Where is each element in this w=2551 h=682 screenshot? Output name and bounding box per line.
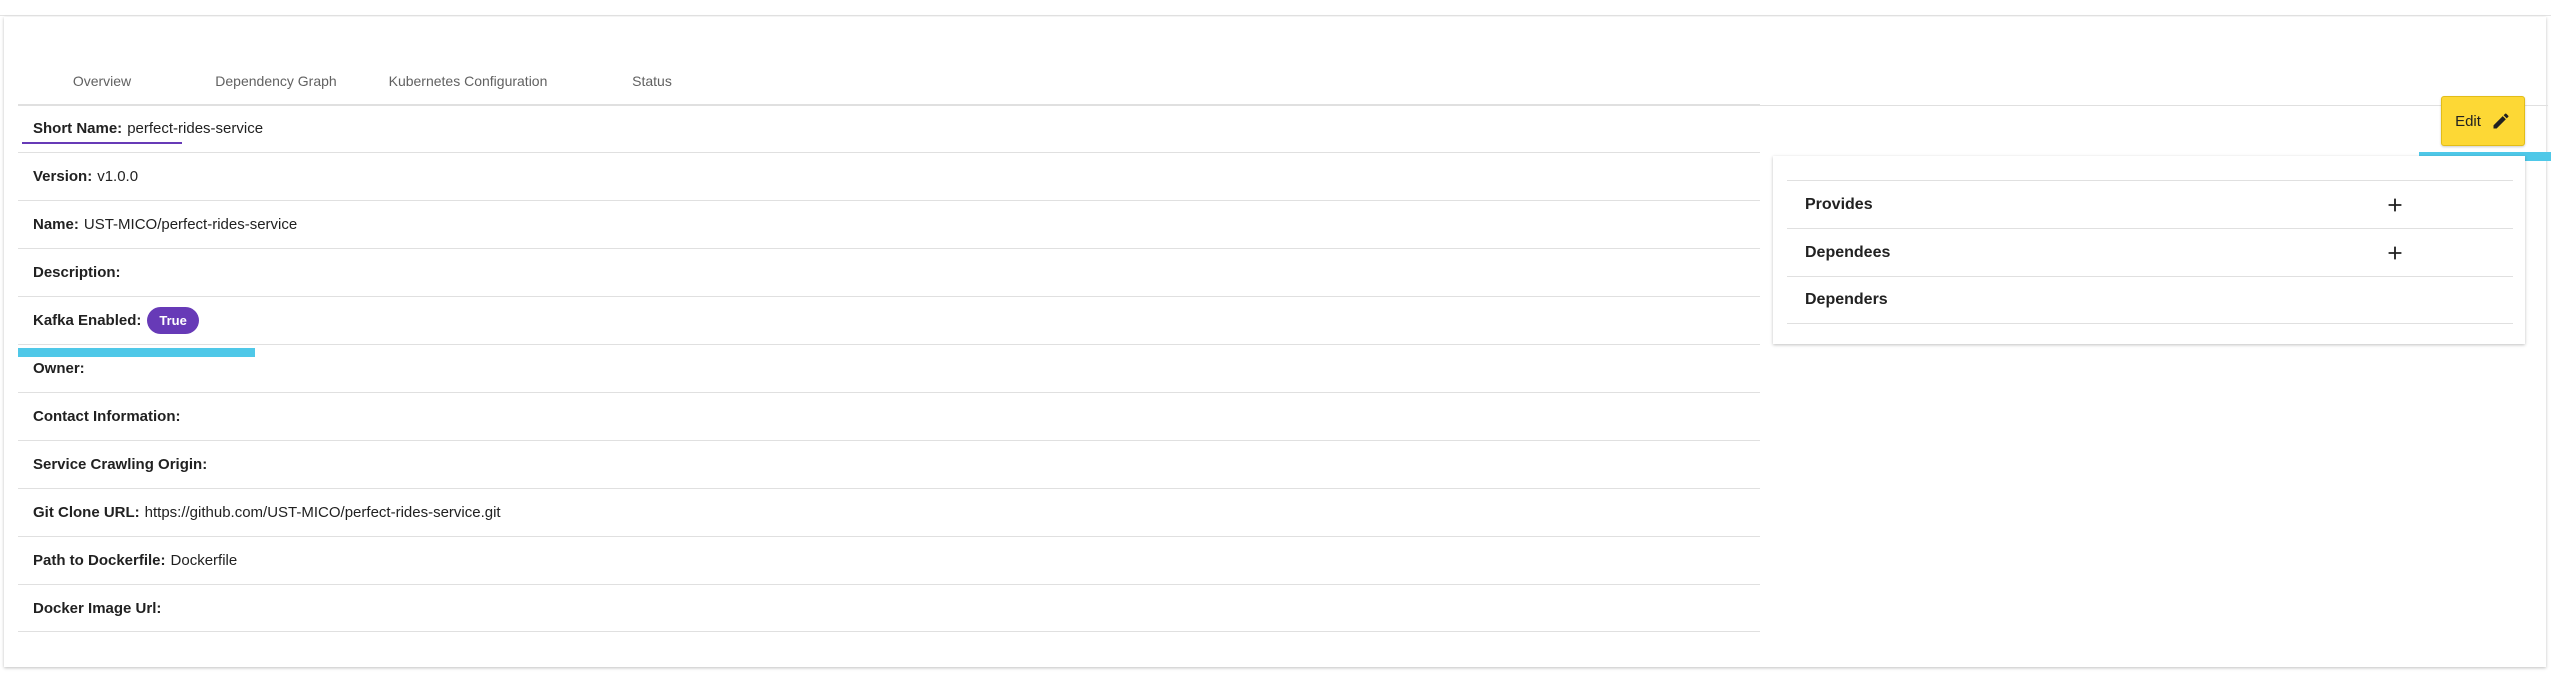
property-version: Version: v1.0.0 <box>18 152 1760 200</box>
tab-kubernetes-configuration[interactable]: Kubernetes Configuration <box>362 57 574 105</box>
property-kafka-enabled: Kafka Enabled: True <box>18 296 1760 344</box>
property-value: v1.0.0 <box>97 168 139 185</box>
add-provides-plus-icon[interactable] <box>2384 194 2406 216</box>
property-label: Description: <box>33 264 121 281</box>
property-label: Docker Image Url: <box>33 599 162 617</box>
property-label: Name: <box>33 216 79 233</box>
property-value: perfect-rides-service <box>127 120 264 137</box>
pencil-icon <box>2491 111 2511 131</box>
property-name: Name: UST-MICO/perfect-rides-service <box>18 200 1760 248</box>
property-value: UST-MICO/perfect-rides-service <box>83 216 298 233</box>
top-divider <box>0 15 2551 16</box>
add-dependee-plus-icon[interactable] <box>2384 242 2406 264</box>
dependees-label: Dependees <box>1805 243 1891 261</box>
property-label: Version: <box>33 168 93 185</box>
property-label: Owner: <box>33 360 85 377</box>
tab-status[interactable]: Status <box>592 57 712 105</box>
dependers-section: Dependers <box>1787 276 2513 324</box>
service-properties-list: Short Name: perfect-rides-service Versio… <box>18 104 1760 632</box>
dependers-label: Dependers <box>1805 291 1888 308</box>
dependencies-list: Provides Dependees Dependers <box>1787 180 2513 324</box>
dependees-section: Dependees <box>1787 228 2513 276</box>
property-contact-information: Contact Information: <box>18 392 1760 440</box>
provides-label: Provides <box>1805 195 1873 213</box>
property-label: Short Name: <box>33 120 123 137</box>
property-label: Service Crawling Origin: <box>33 456 208 473</box>
property-docker-image-url: Docker Image Url: <box>18 584 1760 632</box>
property-owner: Owner: <box>18 344 1760 392</box>
tab-overview[interactable]: Overview <box>22 57 182 105</box>
kafka-highlight-marker <box>18 348 255 357</box>
property-service-crawling-origin: Service Crawling Origin: <box>18 440 1760 488</box>
property-path-to-dockerfile: Path to Dockerfile: Dockerfile <box>18 536 1760 584</box>
tab-bar: Overview Dependency Graph Kubernetes Con… <box>18 57 2548 144</box>
property-label: Kafka Enabled: <box>33 312 142 329</box>
provides-section: Provides <box>1787 180 2513 228</box>
edit-button[interactable]: Edit <box>2441 96 2525 146</box>
property-description: Description: <box>18 248 1760 296</box>
property-value: https://github.com/UST-MICO/perfect-ride… <box>144 504 501 521</box>
property-git-clone-url: Git Clone URL: https://github.com/UST-MI… <box>18 488 1760 536</box>
property-value: Dockerfile <box>170 552 238 569</box>
property-label: Path to Dockerfile: <box>33 552 166 569</box>
edit-button-label: Edit <box>2455 112 2481 130</box>
property-short-name: Short Name: perfect-rides-service <box>18 104 1760 152</box>
tab-dependency-graph[interactable]: Dependency Graph <box>186 57 366 105</box>
property-label: Contact Information: <box>33 408 181 425</box>
kafka-enabled-badge: True <box>147 307 199 334</box>
dependencies-panel: Provides Dependees Dependers <box>1773 156 2525 344</box>
property-label: Git Clone URL: <box>33 504 140 521</box>
